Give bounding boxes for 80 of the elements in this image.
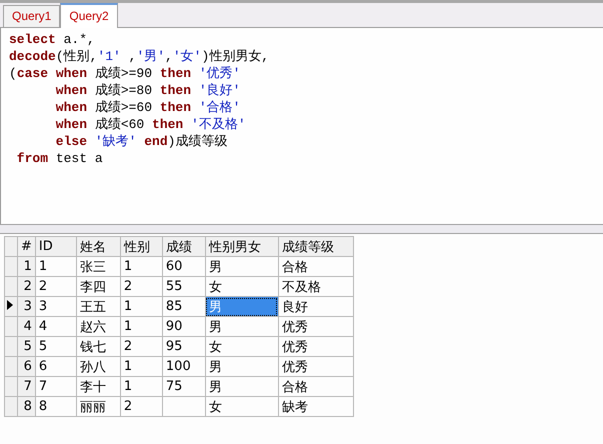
table-cell: 1: [120, 316, 162, 336]
table-cell: 75: [162, 376, 206, 396]
table-cell: 钱七: [76, 336, 120, 356]
code-line: when 成绩<60 then '不及格': [54, 116, 247, 133]
query-tab[interactable]: Query1: [3, 5, 60, 27]
table-cell: 优秀: [278, 316, 354, 336]
table-cell: 合格: [278, 376, 354, 396]
table-cell: 8: [35, 396, 76, 416]
table-cell: [162, 396, 206, 416]
table-cell: 不及格: [278, 276, 354, 296]
splitter[interactable]: [0, 224, 603, 234]
table-cell: 优秀: [278, 336, 354, 356]
row-number: 2: [18, 276, 36, 296]
column-header[interactable]: 成绩: [162, 236, 206, 256]
table-cell: 男: [205, 356, 278, 376]
column-header[interactable]: 性别: [120, 236, 162, 256]
table-cell: 女: [205, 336, 278, 356]
code-line: (case when 成绩>=90 then '优秀': [9, 65, 242, 82]
table-cell: 3: [35, 296, 76, 316]
row-number: 3: [18, 296, 36, 316]
table-cell: 1: [120, 356, 162, 376]
table-cell: 7: [35, 376, 76, 396]
table-cell: 5: [35, 336, 76, 356]
row-indicator-header: [4, 236, 18, 256]
table-cell: 2: [120, 396, 162, 416]
table-cell: 男: [205, 256, 278, 276]
column-header[interactable]: #: [18, 236, 36, 256]
row-indicator: [4, 356, 18, 376]
table-cell: 合格: [278, 256, 354, 276]
table-cell: 2: [35, 276, 76, 296]
table-cell: 1: [120, 296, 162, 316]
table-cell: 赵六: [76, 316, 120, 336]
table-cell: 李十: [76, 376, 120, 396]
table-cell: 100: [162, 356, 206, 376]
row-number: 7: [18, 376, 36, 396]
table-cell: 95: [162, 336, 206, 356]
table-cell: 男: [205, 316, 278, 336]
column-header[interactable]: 性别男女: [205, 236, 278, 256]
table-cell: 男: [205, 376, 278, 396]
code-line: else '缺考' end)成绩等级: [54, 133, 228, 150]
table-cell: 张三: [76, 256, 120, 276]
table-cell: 王五: [76, 296, 120, 316]
table-cell: 2: [120, 336, 162, 356]
row-number: 8: [18, 396, 36, 416]
row-indicator: [4, 256, 18, 276]
table-cell: 60: [162, 256, 206, 276]
table-cell: 90: [162, 316, 206, 336]
code-line: from test a: [16, 150, 104, 167]
table-cell: 55: [162, 276, 206, 296]
table-cell: 男: [205, 296, 278, 316]
table-cell: 85: [162, 296, 206, 316]
column-header[interactable]: 成绩等级: [278, 236, 354, 256]
row-number: 6: [18, 356, 36, 376]
table-cell: 1: [120, 376, 162, 396]
table-cell: 优秀: [278, 356, 354, 376]
code-line: select a.*,: [9, 31, 96, 48]
table-cell: 丽丽: [76, 396, 120, 416]
code-line: when 成绩>=60 then '合格': [54, 99, 242, 116]
table-cell: 女: [205, 396, 278, 416]
table-cell: 6: [35, 356, 76, 376]
table-cell: 1: [120, 256, 162, 276]
table-cell: 良好: [278, 296, 354, 316]
row-indicator: [4, 376, 18, 396]
row-number: 1: [18, 256, 36, 276]
row-number: 4: [18, 316, 36, 336]
table-cell: 李四: [76, 276, 120, 296]
row-indicator: [4, 336, 18, 356]
code-line: decode(性别,'1' ,'男','女')性别男女,: [9, 48, 270, 65]
row-indicator: [4, 396, 18, 416]
sql-editor[interactable]: select a.*, decode(性别,'1' ,'男','女')性别男女, (case when 成绩>=90 then '优秀' when 成绩>=80 then '良好' when 成绩>=60 then '合格' when 成绩<60 then '不及格' else '缺考' end)成绩等级 from test a: [0, 28, 603, 224]
table-cell: 2: [120, 276, 162, 296]
table-cell: 缺考: [278, 396, 354, 416]
column-header[interactable]: ID: [35, 236, 76, 256]
table-cell: 1: [35, 256, 76, 276]
table-cell: 4: [35, 316, 76, 336]
row-number: 5: [18, 336, 36, 356]
column-header[interactable]: 姓名: [76, 236, 120, 256]
table-cell: 孙八: [76, 356, 120, 376]
query-tab[interactable]: Query2: [60, 3, 118, 28]
code-line: when 成绩>=80 then '良好': [54, 82, 242, 99]
